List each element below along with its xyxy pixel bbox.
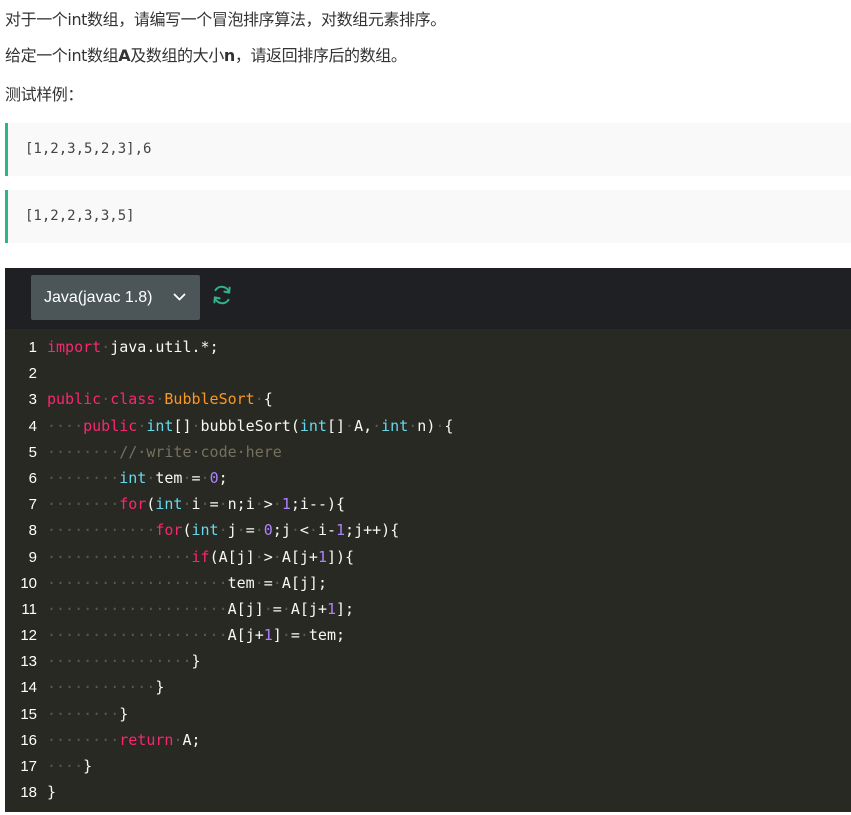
line-number: 13 (20, 653, 37, 671)
code-line: 12 ····················A[j+1]·=·tem; (5, 622, 851, 648)
line-number: 10 (20, 574, 37, 592)
chevron-down-icon (173, 275, 186, 320)
code-line: 7 ········for(int·i·=·n;i·>·1;i--){ (5, 491, 851, 517)
sample-output-text: [1,2,2,3,3,5] (25, 208, 135, 224)
line-number: 6 (28, 469, 37, 487)
code-text: ············for(int·j·=·0;j·<·i-1;j++){ (47, 521, 400, 540)
line-number: 7 (28, 496, 37, 514)
sample-heading: 测试样例： (5, 84, 83, 106)
param-n: n (223, 46, 235, 65)
code-text: import·java.util.*; (47, 338, 219, 356)
line-number: 11 (21, 600, 37, 618)
code-text: ················if(A[j]·>·A[j+1]){ (47, 547, 355, 566)
line-number: 3 (28, 391, 37, 409)
code-text: ········//·write·code·here (47, 442, 282, 461)
line-number: 18 (20, 784, 37, 802)
refresh-icon[interactable] (211, 284, 233, 306)
sample-input-text: [1,2,3,5,2,3],6 (25, 141, 152, 157)
line-number: 2 (28, 365, 37, 383)
line-number: 9 (28, 548, 37, 566)
line-number: 4 (28, 417, 37, 435)
code-text: public·class·BubbleSort·{ (47, 390, 273, 409)
problem-text-mid: 及数组的大小 (130, 46, 224, 65)
problem-description-line-2: 给定一个int数组A及数组的大小n，请返回排序后的数组。 (5, 45, 407, 67)
sample-output: [1,2,2,3,3,5] (5, 190, 851, 243)
code-line: 14 ············} (5, 674, 851, 700)
code-line: 4 ····public·int[]·bubbleSort(int[]·A,·in… (5, 413, 851, 439)
code-line: 8 ············for(int·j·=·0;j·<·i-1;j++){ (5, 517, 851, 543)
code-text: ········for(int·i·=·n;i·>·1;i--){ (47, 495, 346, 514)
line-number: 5 (28, 443, 37, 461)
line-number: 1 (28, 339, 37, 356)
problem-text: 对于一个int数组，请编写一个冒泡排序算法，对数组元素排序。 (5, 10, 446, 29)
code-line: 17 ····} (5, 753, 851, 779)
sample-input: [1,2,3,5,2,3],6 (5, 123, 851, 176)
line-number: 15 (20, 705, 37, 723)
line-number: 14 (20, 679, 37, 697)
code-line: 1 import·java.util.*; (5, 334, 851, 360)
sample-heading-text: 测试样例： (5, 85, 84, 104)
param-a: A (118, 46, 131, 65)
code-text: ····················A[j]·=·A[j+1]; (47, 599, 355, 618)
code-line: 6 ········int·tem·=·0; (5, 465, 851, 491)
problem-text-suffix: ，请返回排序后的数组。 (234, 46, 407, 65)
code-editor[interactable]: Java(javac 1.8) 1 import·java.util.*; 2 3 pu… (5, 268, 851, 812)
code-text: ············} (47, 678, 165, 697)
code-line: 11 ····················A[j]·=·A[j+1]; (5, 596, 851, 622)
problem-text-prefix: 给定一个int数组 (5, 46, 119, 65)
code-line: 9 ················if(A[j]·>·A[j+1]){ (5, 544, 851, 570)
code-line: 16 ········return·A; (5, 727, 851, 753)
code-line: 15 ········} (5, 701, 851, 727)
code-line: 18} (5, 779, 851, 805)
code-text: ········int·tem·=·0; (47, 468, 228, 487)
code-text: ········} (47, 704, 129, 723)
code-area[interactable]: 1 import·java.util.*; 2 3 public·class·Bubbl… (5, 334, 851, 805)
problem-description-line-1: 对于一个int数组，请编写一个冒泡排序算法，对数组元素排序。 (5, 9, 446, 31)
code-text: ····················tem·=·A[j]; (47, 573, 327, 592)
code-text: ········return·A; (47, 730, 201, 749)
line-number: 17 (20, 758, 37, 775)
code-text: ················} (47, 652, 201, 671)
code-text: ····public·int[]·bubbleSort(int[]·A,·int… (47, 416, 454, 435)
code-text: } (47, 783, 57, 802)
line-number: 16 (20, 731, 37, 749)
code-line: 5 ········//·write·code·here (5, 439, 851, 465)
line-number: 12 (20, 627, 37, 645)
editor-toolbar: Java(javac 1.8) (5, 268, 851, 329)
code-line: 3 public·class·BubbleSort·{ (5, 386, 851, 412)
language-select[interactable]: Java(javac 1.8) (31, 275, 200, 320)
code-text: ····················A[j+1]·=·tem; (47, 626, 346, 645)
code-line: 13 ················} (5, 648, 851, 674)
language-label: Java(javac 1.8) (44, 289, 153, 306)
code-line: 10 ····················tem·=·A[j]; (5, 570, 851, 596)
code-text: ····} (47, 757, 93, 775)
code-line: 2 (5, 360, 851, 386)
line-number: 8 (28, 522, 37, 540)
